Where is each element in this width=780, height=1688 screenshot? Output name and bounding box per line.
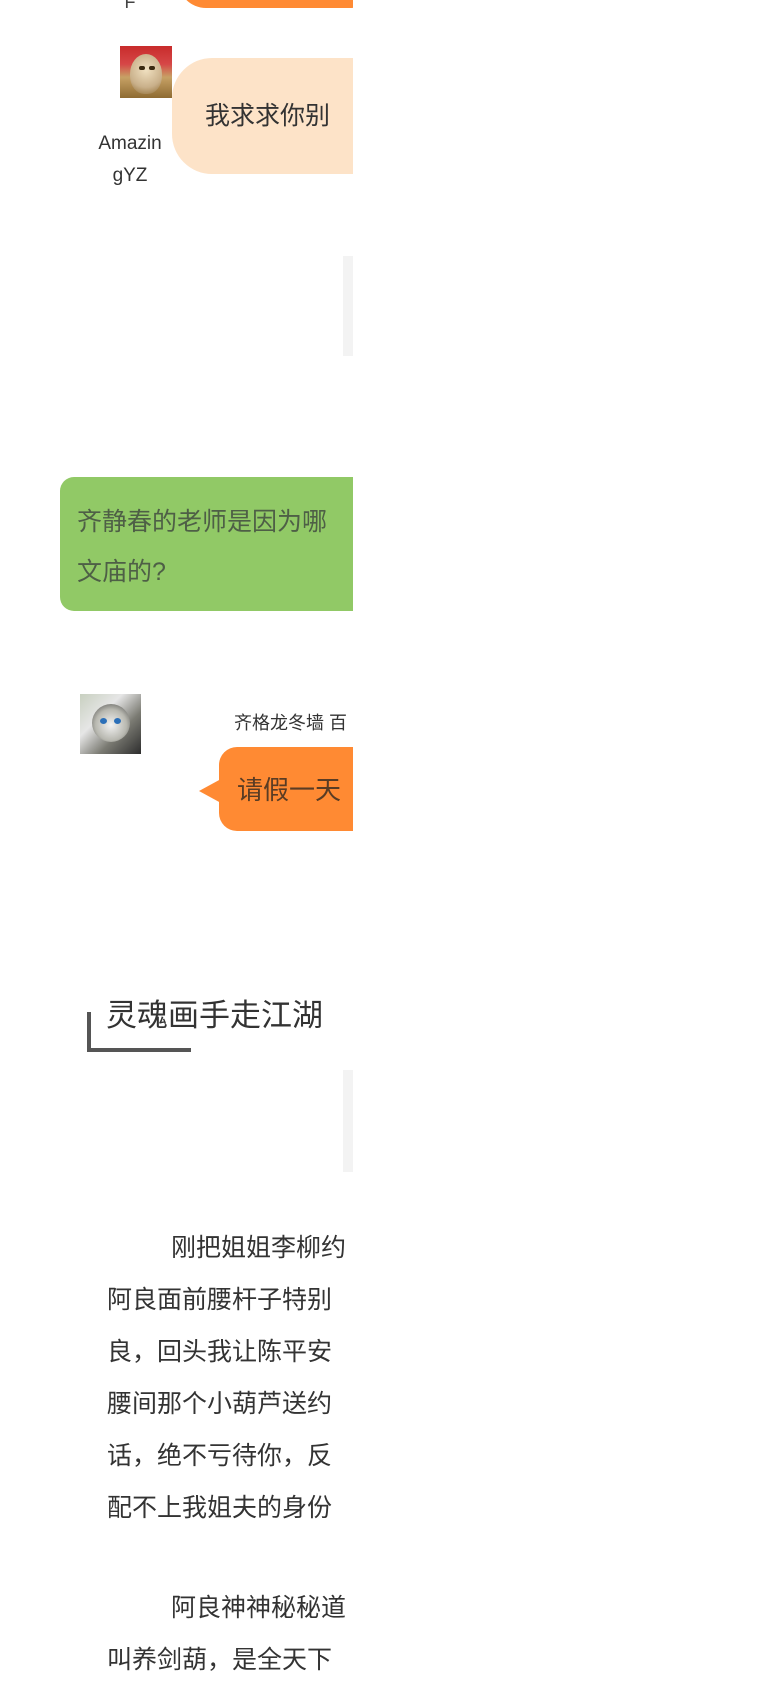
username: 齐格龙冬墙 [234,713,324,733]
avatar-face [92,704,130,742]
image-placeholder-2 [343,1070,353,1172]
avatar[interactable] [120,46,172,98]
bubble-pointer [199,779,221,803]
section-title: 灵魂画手走江湖 [106,998,323,1033]
message-line-2: 文庙的? [77,558,166,586]
paragraph-line: 话，绝不亏待你，反 [107,1442,333,1470]
message-username-2: 齐格龙冬墙 百 [234,712,347,734]
avatar-cat[interactable] [80,694,141,754]
username-suffix: 百 [329,713,348,733]
paragraph-line: 阿良神神秘秘道 [171,1594,347,1622]
article-paragraph-1: 刚把姐姐李柳约 阿良面前腰杆子特别 良，回头我让陈平安 腰间那个小葫芦送约 话，… [107,1222,347,1534]
avatar-eye-left [139,66,145,70]
avatar-eye-left [100,718,107,724]
avatar-face [130,54,162,94]
avatar-eye-right [114,718,121,724]
previous-message-bubble [178,0,353,8]
previous-user-label: F [124,0,136,12]
paragraph-line: 良，回头我让陈平安 [107,1338,333,1366]
image-placeholder [343,256,353,356]
message-text-orange: 请假一天 [237,775,342,805]
avatar-eye-right [149,66,155,70]
message-text-green: 齐静春的老师是因为哪 文庙的? [77,497,353,597]
paragraph-line: 配不上我姐夫的身份 [107,1494,333,1522]
username-line-2: gYZ [112,165,148,186]
paragraph-line: 叫养剑葫，是全天下 [107,1646,333,1674]
username-line-1: Amazin [98,133,162,154]
content-viewport: F Amazin gYZ 我求求你别 齐静春的老师是因为哪 文庙的? 齐格龙冬墙… [0,0,353,1688]
paragraph-line: 刚把姐姐李柳约 [171,1234,347,1262]
message-line-1: 齐静春的老师是因为哪 [77,508,328,536]
article-paragraph-2: 阿良神神秘秘道 叫养剑葫，是全天下 [107,1582,347,1686]
message-text: 我求求你别 [205,102,331,130]
paragraph-line: 腰间那个小葫芦送约 [107,1390,333,1418]
message-username: Amazin gYZ [88,128,172,192]
paragraph-line: 阿良面前腰杆子特别 [107,1286,333,1314]
